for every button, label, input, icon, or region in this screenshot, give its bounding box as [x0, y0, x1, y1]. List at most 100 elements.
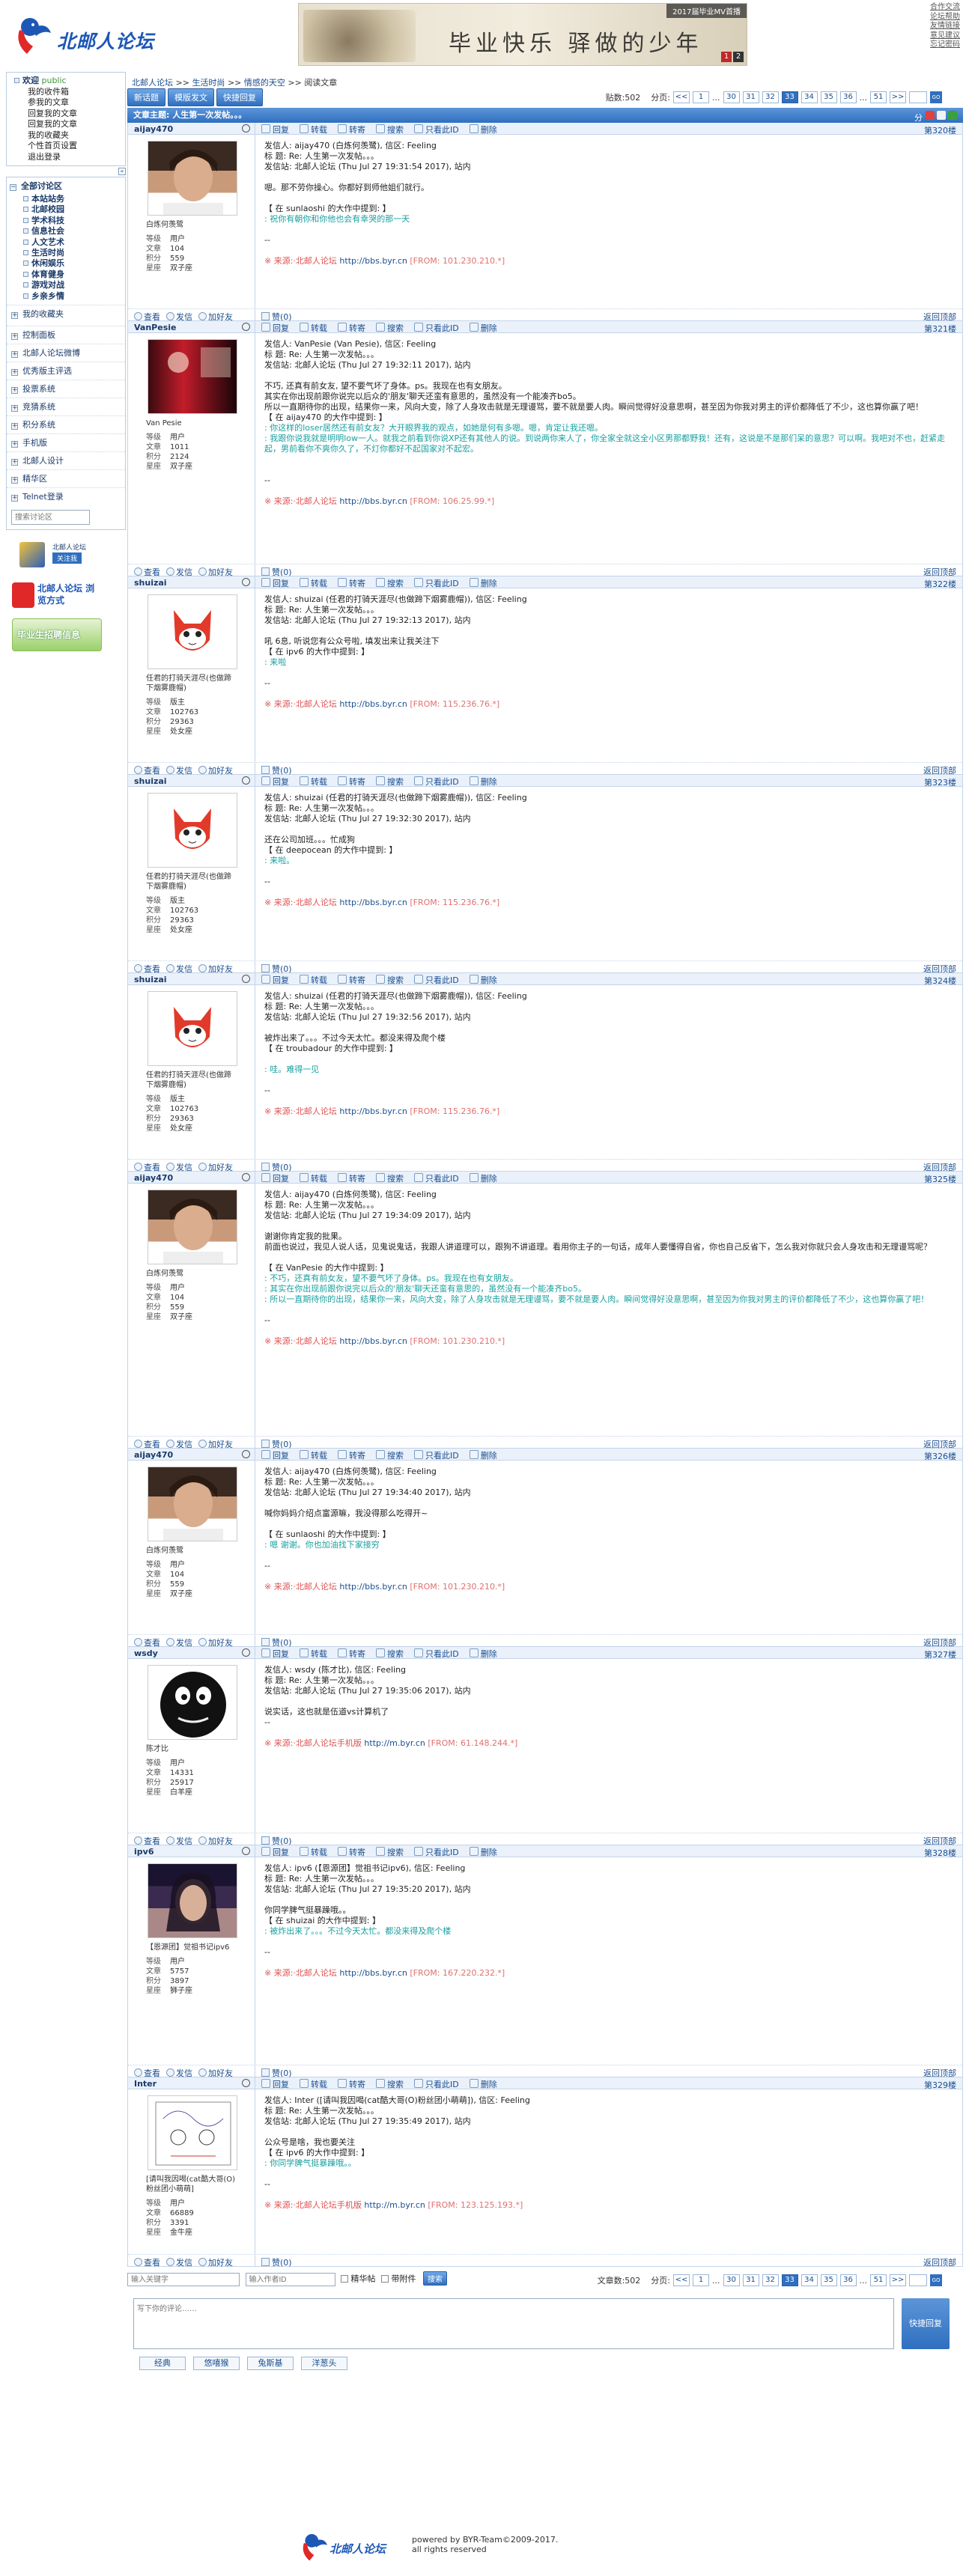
quick-reply-button[interactable]: 快捷回复: [216, 88, 263, 106]
page-link[interactable]: 31: [742, 91, 759, 103]
post-action-forward[interactable]: 转寄: [338, 579, 365, 588]
post-action-only-this-id[interactable]: 只看此ID: [414, 1848, 459, 1857]
floor-number[interactable]: 第323楼: [924, 776, 956, 788]
post-action-repost[interactable]: 转载: [300, 579, 327, 588]
page-link[interactable]: 32: [762, 2274, 779, 2286]
post-action-forward[interactable]: 转寄: [338, 1848, 365, 1857]
banner-page-1[interactable]: 1: [721, 52, 732, 62]
floor-number[interactable]: 第321楼: [924, 323, 956, 335]
avatar[interactable]: [148, 141, 237, 216]
post-action-only-this-id[interactable]: 只看此ID: [414, 1451, 459, 1461]
page-link[interactable]: 30: [723, 91, 740, 103]
post-action-only-this-id[interactable]: 只看此ID: [414, 975, 459, 985]
post-action-forward[interactable]: 转寄: [338, 323, 365, 333]
post-action-repost[interactable]: 转载: [300, 777, 327, 787]
page-link[interactable]: 36: [839, 2274, 857, 2286]
source-link[interactable]: http://bbs.byr.cn: [339, 496, 407, 506]
attach-checkbox[interactable]: [381, 2274, 389, 2283]
sidebar-link[interactable]: + 投票系统: [7, 380, 125, 398]
source-link[interactable]: http://bbs.byr.cn: [339, 898, 407, 907]
promo-jobs[interactable]: 毕业生招聘信息: [12, 618, 102, 652]
post-action-search[interactable]: 搜索: [376, 125, 404, 135]
post-action-delete[interactable]: 删除: [470, 125, 497, 135]
post-action-reply[interactable]: 回复: [261, 1451, 289, 1461]
page-link[interactable]: 31: [742, 2274, 759, 2286]
avatar[interactable]: [148, 1190, 237, 1264]
top-link[interactable]: 论坛帮助: [930, 13, 969, 22]
page-link[interactable]: 1: [693, 2274, 709, 2286]
post-action-reply[interactable]: 回复: [261, 125, 289, 135]
section-item[interactable]: 乡亲乡情: [7, 291, 125, 305]
footer-action-view[interactable]: 查看: [134, 2258, 160, 2268]
reply-textarea[interactable]: [133, 2298, 894, 2349]
post-action-search[interactable]: 搜索: [376, 975, 404, 985]
source-link[interactable]: http://bbs.byr.cn: [339, 1582, 407, 1592]
all-sections[interactable]: 全部讨论区: [21, 181, 62, 191]
post-action-only-this-id[interactable]: 只看此ID: [414, 323, 459, 333]
floor-number[interactable]: 第322楼: [924, 578, 956, 590]
floor-number[interactable]: 第328楼: [924, 1847, 956, 1859]
page-link[interactable]: 51: [870, 91, 887, 103]
footer-action-message[interactable]: 发信: [166, 2258, 192, 2268]
page-input[interactable]: [909, 91, 927, 103]
post-action-reply[interactable]: 回复: [261, 323, 289, 333]
post-username[interactable]: VanPesie: [134, 323, 176, 332]
banner-page-2[interactable]: 2: [733, 52, 744, 62]
user-link[interactable]: 回复我的文章: [11, 109, 121, 120]
post-action-repost[interactable]: 转载: [300, 1848, 327, 1857]
floor-number[interactable]: 第320楼: [924, 124, 956, 136]
breadcrumb-link[interactable]: 北邮人论坛: [132, 78, 173, 88]
digest-checkbox[interactable]: [341, 2274, 348, 2283]
post-action-forward[interactable]: 转寄: [338, 2080, 365, 2089]
avatar[interactable]: [148, 793, 237, 868]
section-item[interactable]: 游戏对战: [7, 280, 125, 290]
avatar[interactable]: [148, 991, 237, 1066]
post-username[interactable]: Inter: [134, 2079, 157, 2089]
source-link[interactable]: http://bbs.byr.cn: [339, 1336, 407, 1346]
page-current[interactable]: 33: [781, 91, 798, 103]
source-link[interactable]: http://m.byr.cn: [364, 2200, 425, 2210]
post-action-repost[interactable]: 转载: [300, 975, 327, 985]
post-action-reply[interactable]: 回复: [261, 579, 289, 588]
section-item[interactable]: 本站站务: [7, 194, 125, 204]
post-action-delete[interactable]: 删除: [470, 579, 497, 588]
footer-action-add-friend[interactable]: 加好友: [198, 2258, 233, 2268]
post-action-forward[interactable]: 转寄: [338, 125, 365, 135]
page-link[interactable]: 1: [693, 91, 709, 103]
user-link[interactable]: 我的收藏夹: [11, 130, 121, 141]
post-action-search[interactable]: 搜索: [376, 1174, 404, 1184]
post-action-forward[interactable]: 转寄: [338, 1174, 365, 1184]
post-action-delete[interactable]: 删除: [470, 975, 497, 985]
section-item[interactable]: 体育健身: [7, 270, 125, 280]
post-action-forward[interactable]: 转寄: [338, 1451, 365, 1461]
post-action-repost[interactable]: 转载: [300, 1174, 327, 1184]
banner[interactable]: 毕业快乐 驿做的少年 2017届毕业MV首播 1 2: [298, 3, 747, 66]
floor-number[interactable]: 第324楼: [924, 975, 956, 987]
user-link[interactable]: 参我的文章: [11, 97, 121, 109]
floor-number[interactable]: 第326楼: [924, 1450, 956, 1462]
sidebar-link[interactable]: + 北邮人论坛微博: [7, 344, 125, 362]
source-link[interactable]: http://m.byr.cn: [364, 1738, 425, 1748]
go-button[interactable]: GO: [930, 2274, 942, 2286]
section-item[interactable]: 北邮校园: [7, 204, 125, 215]
post-username[interactable]: shuizai: [134, 975, 167, 984]
floor-number[interactable]: 第327楼: [924, 1648, 956, 1660]
user-link[interactable]: 我的收件箱: [11, 87, 121, 98]
top-link[interactable]: 友情链接: [930, 22, 969, 31]
avatar[interactable]: [148, 594, 237, 669]
post-action-only-this-id[interactable]: 只看此ID: [414, 777, 459, 787]
post-action-only-this-id[interactable]: 只看此ID: [414, 125, 459, 135]
post-action-search[interactable]: 搜索: [376, 777, 404, 787]
user-link[interactable]: 退出登录: [11, 152, 121, 163]
new-topic-button[interactable]: 新话题: [127, 88, 165, 106]
post-username[interactable]: aijay470: [134, 1173, 173, 1183]
emoji-tab[interactable]: 兔斯基: [247, 2357, 294, 2370]
post-action-search[interactable]: 搜索: [376, 2080, 404, 2089]
post-action-repost[interactable]: 转载: [300, 125, 327, 135]
post-username[interactable]: wsdy: [134, 1648, 158, 1658]
site-logo[interactable]: 北邮人论坛: [13, 13, 156, 58]
post-action-search[interactable]: 搜索: [376, 1649, 404, 1659]
post-action-repost[interactable]: 转载: [300, 1451, 327, 1461]
post-action-search[interactable]: 搜索: [376, 323, 404, 333]
post-action-reply[interactable]: 回复: [261, 1848, 289, 1857]
